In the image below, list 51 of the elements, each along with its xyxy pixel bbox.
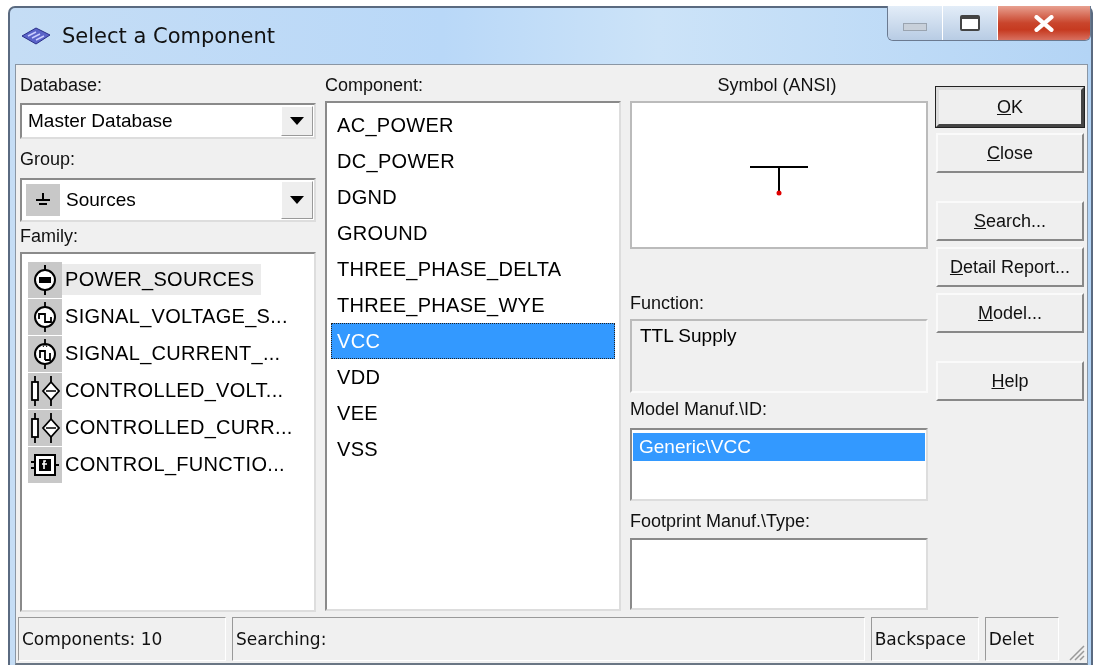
maximize-button[interactable] [943,6,998,40]
database-dropdown[interactable]: Master Database [20,103,316,139]
family-label: Family: [20,225,79,248]
component-count: Components: 10 [18,617,226,661]
function-block-icon [28,446,62,483]
component-item[interactable]: AC_POWER [331,107,615,143]
dialog-button[interactable]: Model... [936,293,1084,333]
chip-icon [20,26,52,46]
dialog-button[interactable]: Search... [936,201,1084,241]
controlled-source-icon [28,409,62,446]
family-item[interactable]: SIGNAL_CURRENT_... [62,338,287,369]
close-icon [1033,14,1055,32]
component-item[interactable]: DGND [331,179,615,215]
search-status: Searching: [231,617,865,661]
family-item[interactable]: POWER_SOURCES [62,264,261,295]
minimize-icon [903,23,927,31]
voltage-source-icon [28,298,62,335]
component-item[interactable]: DC_POWER [331,143,615,179]
function-label: Function: [630,292,706,315]
component-item[interactable]: VEE [331,395,615,431]
family-item[interactable]: CONTROL_FUNCTIO... [62,449,291,480]
model-label: Model Manuf.\ID: [630,398,769,421]
group-dropdown[interactable]: Sources [20,178,316,222]
component-item[interactable]: THREE_PHASE_WYE [331,287,615,323]
component-label: Component: [325,74,425,97]
backspace-key: Backspace [870,617,979,661]
component-item[interactable]: VSS [331,431,615,467]
component-item[interactable]: GROUND [331,215,615,251]
function-field: TTL Supply [630,319,928,393]
family-item[interactable]: CONTROLLED_VOLT... [62,375,290,406]
dialog-button[interactable]: Help [936,361,1084,401]
family-item[interactable]: CONTROLLED_CURR... [62,412,299,443]
component-item[interactable]: THREE_PHASE_DELTA [331,251,615,287]
symbol-label: Symbol (ANSI) [716,74,838,97]
current-source-icon [28,335,62,372]
dialog-button[interactable]: Detail Report... [936,247,1084,287]
power-source-icon [28,261,62,298]
dialog-button[interactable]: OK [936,87,1084,127]
component-item[interactable]: VDD [331,359,615,395]
group-label: Group: [20,148,77,171]
window-title: Select a Component [62,24,275,48]
family-item[interactable]: SIGNAL_VOLTAGE_S... [62,301,294,332]
power-symbol-drawing [749,164,809,196]
maximize-icon [960,15,980,31]
dialog-button[interactable]: Close [936,133,1084,173]
footprint-label: Footprint Manuf.\Type: [630,510,812,533]
controlled-source-icon [28,372,62,409]
ground-symbol-icon [26,184,60,216]
close-button[interactable] [998,6,1090,40]
delete-key: Delet [984,617,1059,661]
database-label: Database: [20,74,104,97]
